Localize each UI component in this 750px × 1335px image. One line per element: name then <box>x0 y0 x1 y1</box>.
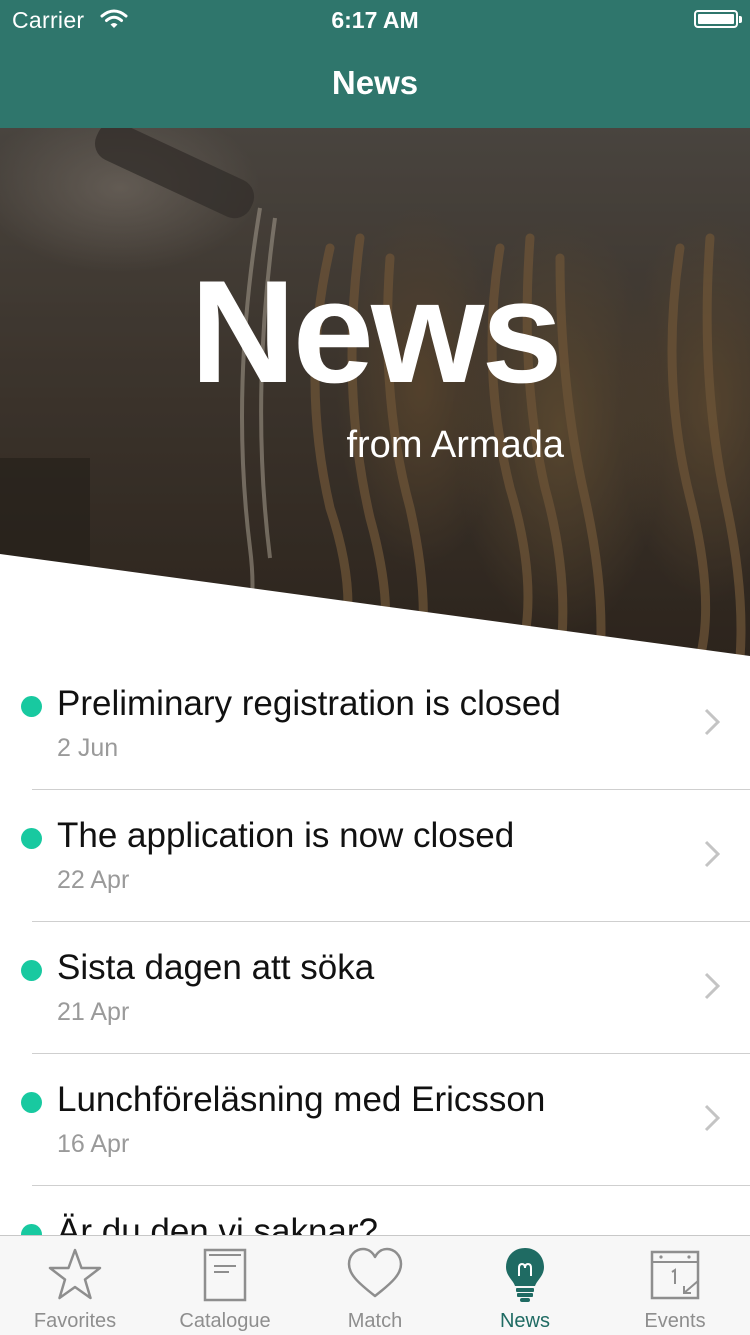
chevron-right-icon <box>704 708 720 736</box>
chevron-right-icon <box>704 1104 720 1132</box>
news-item-date: 22 Apr <box>57 866 130 894</box>
tab-bar: Favorites Catalogue Match News Events <box>0 1235 750 1335</box>
news-item[interactable]: Lunchföreläsning med Ericsson 16 Apr <box>0 1054 750 1186</box>
news-list: Preliminary registration is closed 2 Jun… <box>0 658 750 1318</box>
news-item-title: Lunchföreläsning med Ericsson <box>57 1080 546 1119</box>
tab-news[interactable]: News <box>450 1236 600 1335</box>
tab-catalogue[interactable]: Catalogue <box>150 1236 300 1335</box>
tab-events[interactable]: Events <box>600 1236 750 1335</box>
news-item[interactable]: Preliminary registration is closed 2 Jun <box>0 658 750 790</box>
unread-dot-icon <box>21 1092 42 1113</box>
heart-icon <box>347 1247 403 1298</box>
chevron-right-icon <box>704 840 720 868</box>
tab-favorites[interactable]: Favorites <box>0 1236 150 1335</box>
navigation-bar: Carrier 6:17 AM News <box>0 0 750 128</box>
unread-dot-icon <box>21 696 42 717</box>
status-time: 6:17 AM <box>331 7 419 33</box>
hero-diagonal-edge <box>0 554 750 658</box>
star-icon <box>48 1248 102 1300</box>
chevron-right-icon <box>704 972 720 1000</box>
unread-dot-icon <box>21 960 42 981</box>
news-item-date: 16 Apr <box>57 1130 130 1158</box>
status-bar: Carrier 6:17 AM <box>0 0 750 40</box>
news-item-title: The application is now closed <box>57 816 515 855</box>
tab-label: Events <box>644 1310 706 1332</box>
book-icon <box>203 1248 247 1302</box>
calendar-icon <box>650 1250 700 1300</box>
news-item-title: Preliminary registration is closed <box>57 684 561 723</box>
lightbulb-icon <box>506 1248 544 1302</box>
hero-banner: News from Armada <box>0 128 750 658</box>
battery-icon <box>694 10 742 28</box>
tab-match[interactable]: Match <box>300 1236 450 1335</box>
news-item[interactable]: The application is now closed 22 Apr <box>0 790 750 922</box>
tab-label: Catalogue <box>179 1310 271 1332</box>
tab-label: Match <box>347 1310 403 1332</box>
news-item[interactable]: Sista dagen att söka 21 Apr <box>0 922 750 1054</box>
tab-label: Favorites <box>33 1310 117 1332</box>
unread-dot-icon <box>21 828 42 849</box>
news-item-title: Sista dagen att söka <box>57 948 375 987</box>
page-title: News <box>331 64 419 101</box>
tab-label: News <box>499 1310 550 1332</box>
news-item-date: 2 Jun <box>57 734 119 762</box>
news-item-date: 21 Apr <box>57 998 130 1026</box>
